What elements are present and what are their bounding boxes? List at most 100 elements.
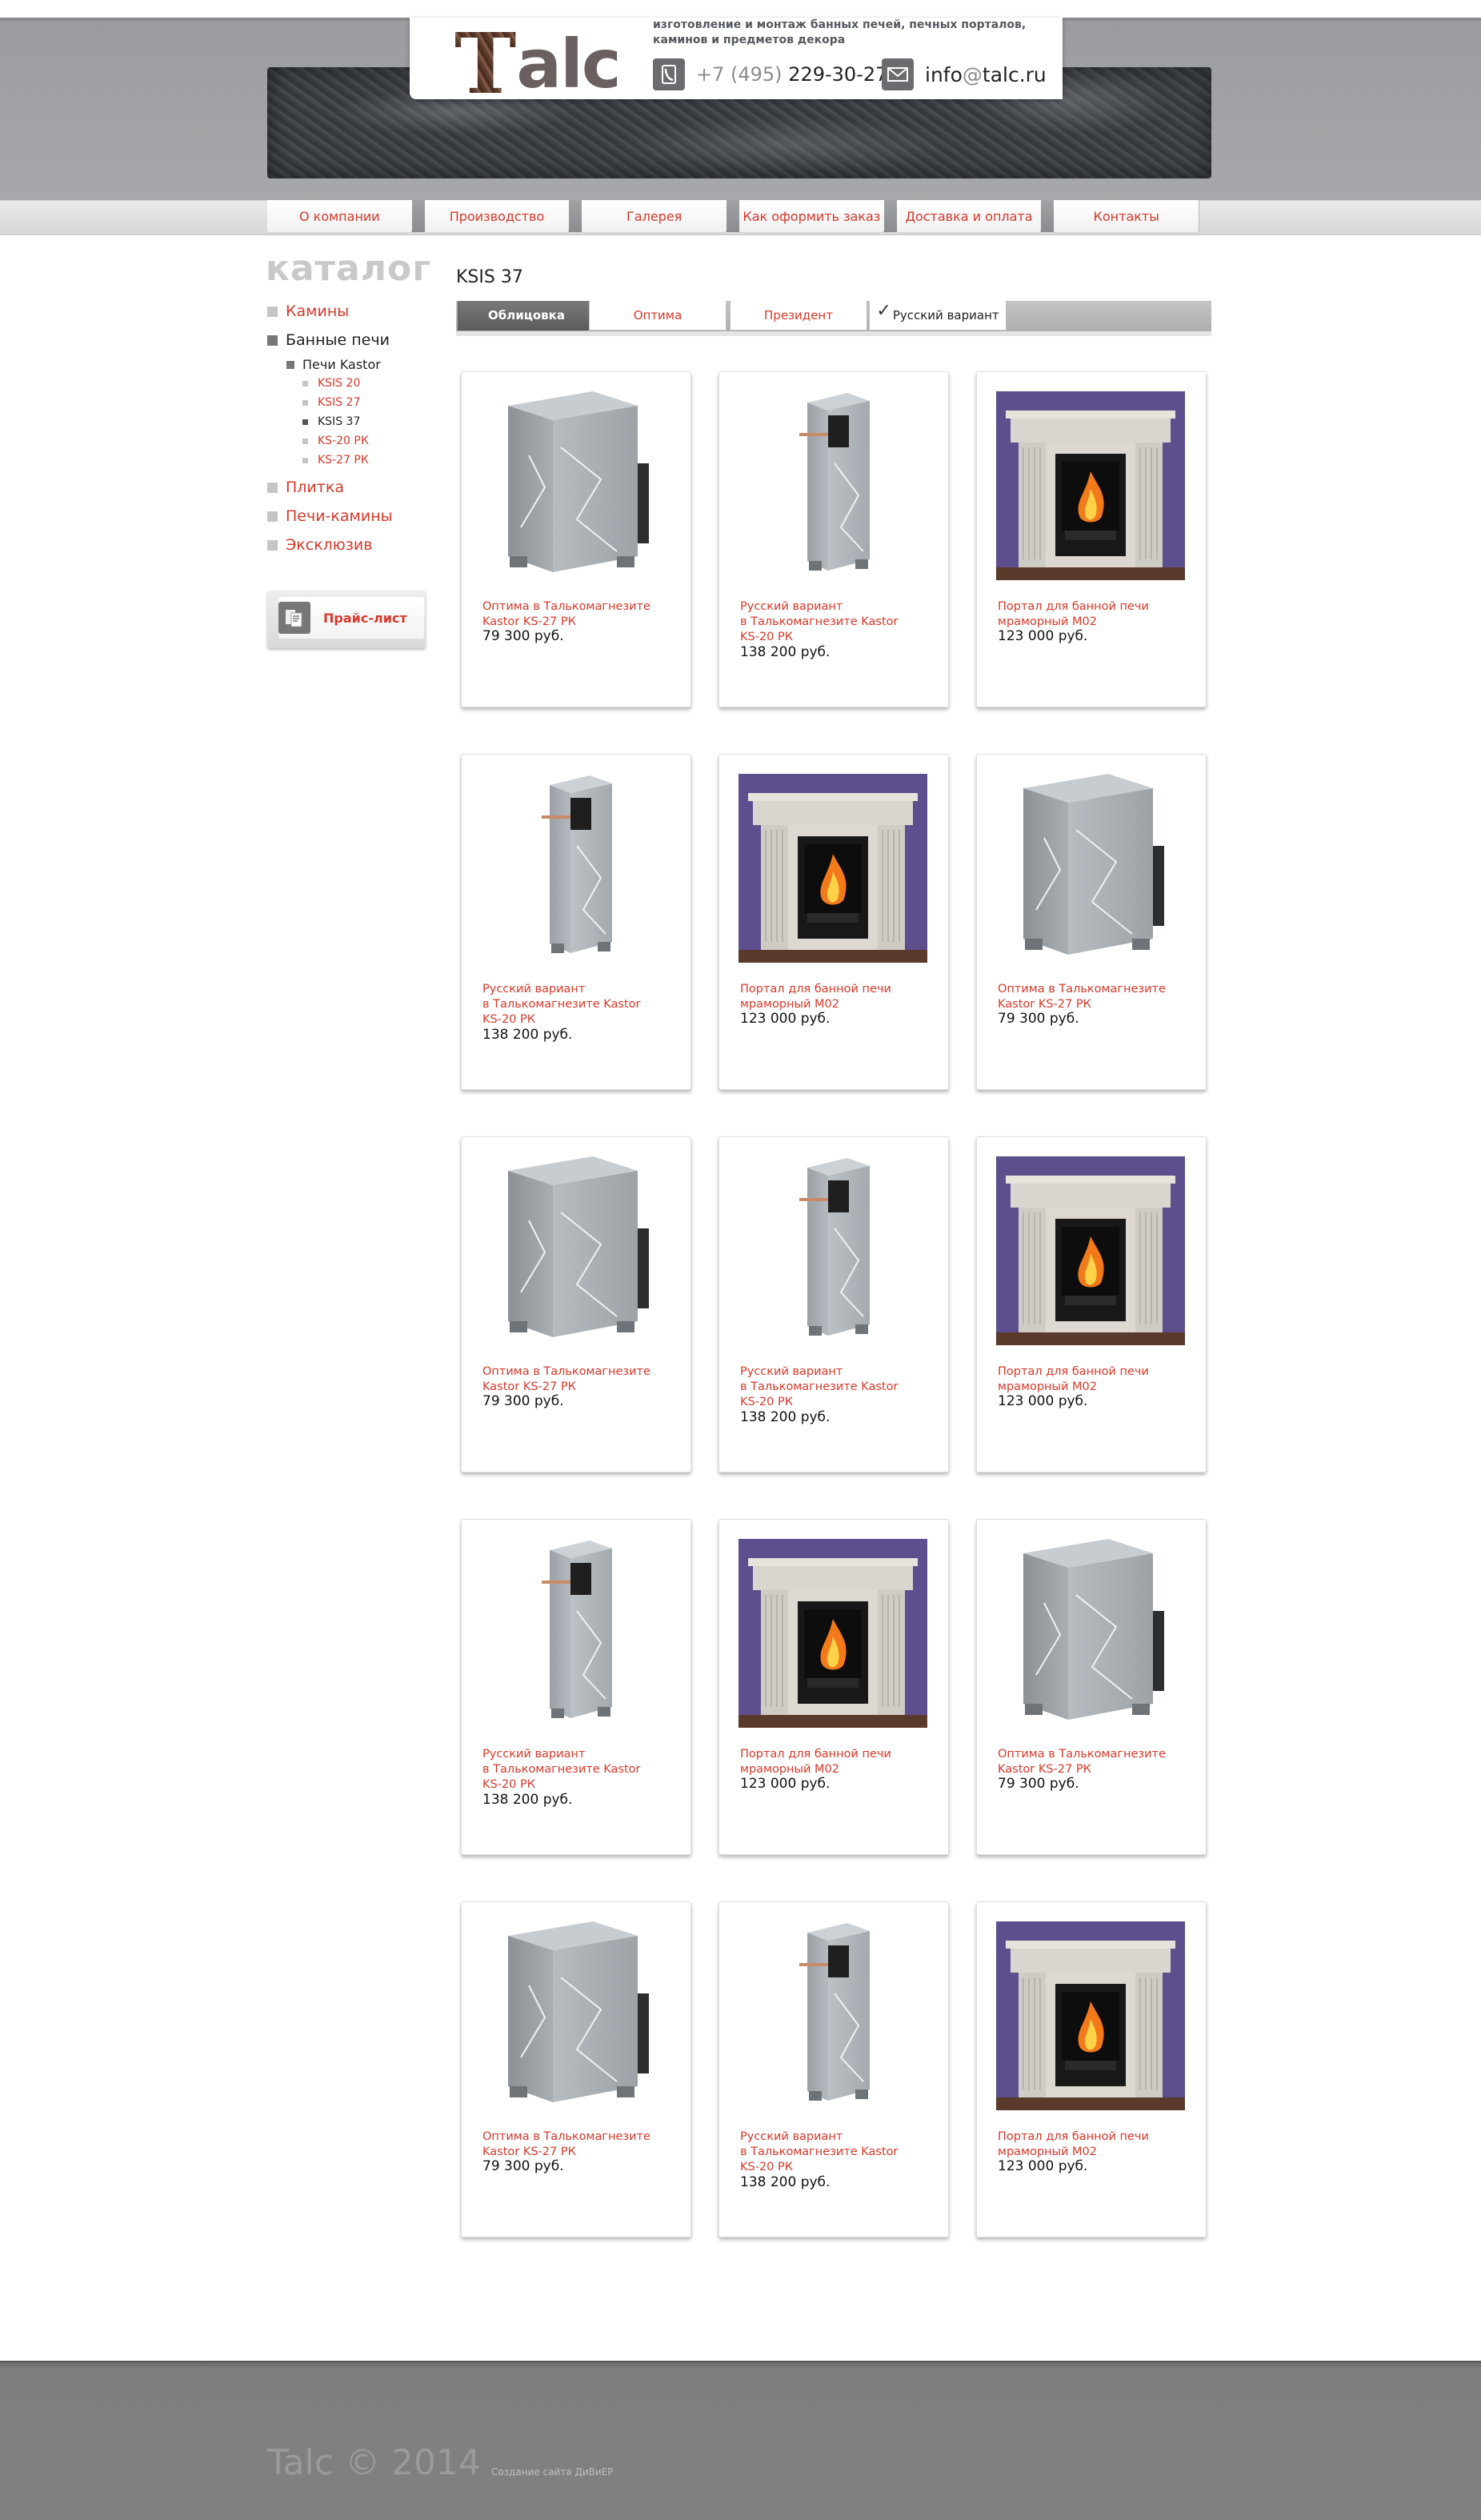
product-price: 79 300 руб. [998, 1776, 1079, 1792]
nav-item-how-to-order[interactable]: Как оформить заказ [739, 200, 897, 232]
price-list-face: Прайс-лист [278, 597, 424, 639]
phone-block: +7 (495) 229-30-27 [653, 50, 887, 99]
bullet-icon [302, 399, 308, 406]
sidebar-item-ks-20-rk[interactable]: KS-20 РК [302, 435, 369, 447]
product-name-line: Русский вариант [482, 983, 586, 996]
product-name-line: в Талькомагнезите Kastor [482, 998, 641, 1011]
price-list-button[interactable]: Прайс-лист [267, 591, 426, 648]
price-list-label: Прайс-лист [323, 610, 407, 626]
product-price: 79 300 руб. [998, 1011, 1079, 1027]
product-name-link[interactable]: Портал для банной печи мраморный М02 [740, 1747, 937, 1777]
tagline: изготовление и монтаж банных печей, печн… [653, 18, 1027, 46]
product-card[interactable]: Портал для банной печи мраморный М02 123 0… [718, 754, 949, 1090]
product-card[interactable]: Русский вариант в Талькомагнезите Kastor K… [461, 754, 691, 1090]
stove-image[interactable] [738, 1921, 927, 2110]
nav-item-production[interactable]: Производство [424, 200, 582, 232]
product-name-line: Портал для банной печи [998, 600, 1149, 613]
product-name-line: KS-20 РК [482, 1013, 536, 1026]
stove-image[interactable] [481, 391, 670, 580]
phone-icon [653, 58, 685, 90]
product-card[interactable]: Портал для банной печи мраморный М02 123 0… [976, 371, 1207, 707]
product-name-link[interactable]: Оптима в Талькомагнезите Kastor KS-27 РК [482, 2129, 679, 2160]
stove-image[interactable] [996, 1539, 1185, 1728]
bullet-icon [302, 457, 308, 463]
stove-image[interactable] [738, 391, 927, 580]
stove-image[interactable] [738, 1156, 927, 1345]
portal-image[interactable] [738, 1539, 927, 1728]
product-name-link[interactable]: Оптима в Талькомагнезите Kastor KS-27 РК [482, 599, 679, 630]
product-card[interactable]: Оптима в Талькомагнезите Kastor KS-27 РК 7… [461, 371, 691, 707]
stove-image[interactable] [481, 774, 670, 963]
phone-number[interactable]: +7 (495) 229-30-27 [696, 63, 887, 86]
nav-item-contacts[interactable]: Контакты [1054, 200, 1199, 232]
product-card[interactable]: Русский вариант в Талькомагнезите Kastor K… [718, 1901, 949, 2238]
bullet-icon [267, 482, 278, 493]
product-name-link[interactable]: Русский вариант в Талькомагнезите Kastor K… [740, 599, 937, 645]
sidebar-item-plitka[interactable]: Плитка [267, 479, 344, 496]
stove-image[interactable] [481, 1921, 670, 2110]
stove-image[interactable] [481, 1156, 670, 1345]
product-name-link[interactable]: Портал для банной печи мраморный М02 [740, 982, 937, 1012]
product-card[interactable]: Портал для банной печи мраморный М02 123 0… [718, 1519, 949, 1855]
product-price: 123 000 руб. [740, 1011, 831, 1027]
portal-image[interactable] [996, 1156, 1185, 1345]
product-name-link[interactable]: Русский вариант в Талькомагнезите Kastor K… [482, 982, 679, 1028]
product-name-line: Портал для банной печи [998, 2130, 1149, 2143]
product-card[interactable]: Портал для банной печи мраморный М02 123 0… [976, 1901, 1207, 2238]
product-card[interactable]: Оптима в Талькомагнезите Kastor KS-27 РК 7… [461, 1901, 691, 2238]
tab-oblitsovka[interactable]: Облицовка [458, 301, 595, 331]
product-name-link[interactable]: Портал для банной печи мраморный М02 [998, 1364, 1195, 1395]
product-card[interactable]: Оптима в Талькомагнезите Kastor KS-27 РК 7… [976, 754, 1207, 1090]
stove-image[interactable] [481, 1539, 670, 1728]
footer-credit-link[interactable]: Создание сайта ДиВиЕР [491, 2466, 614, 2478]
product-name-line: в Талькомагнезите Kastor [740, 2145, 899, 2158]
bullet-icon [267, 511, 278, 522]
bullet-icon [267, 306, 278, 317]
product-name-link[interactable]: Русский вариант в Талькомагнезите Kastor K… [482, 1747, 679, 1793]
product-name-link[interactable]: Портал для банной печи мраморный М02 [998, 2129, 1195, 2160]
product-name-link[interactable]: Русский вариант в Талькомагнезите Kastor K… [740, 1364, 937, 1410]
portal-image[interactable] [996, 1921, 1185, 2110]
email-link[interactable]: info@talc.ru [925, 63, 1047, 86]
sidebar-item-pechi-kastor[interactable]: Печи Kastor [286, 357, 381, 372]
sidebar-item-pechi-kaminy[interactable]: Печи-камины [267, 507, 393, 525]
stove-image[interactable] [996, 774, 1185, 963]
product-name-line: KS-20 РК [740, 1396, 794, 1408]
product-card[interactable]: Оптима в Талькомагнезите Kastor KS-27 РК 7… [976, 1519, 1207, 1855]
sidebar-item-bannye-pechi[interactable]: Банные печи [267, 331, 390, 349]
product-name-line: Русский вариант [740, 1365, 843, 1378]
tab-russkiy-variant[interactable]: ✓ Русский вариант [869, 301, 1007, 331]
product-name-line: Оптима в Талькомагнезите [482, 2130, 650, 2143]
sidebar-item-ks-27-rk[interactable]: KS-27 РК [302, 454, 369, 467]
tab-president[interactable]: Президент [730, 301, 867, 331]
product-name-link[interactable]: Оптима в Талькомагнезите Kastor KS-27 РК [482, 1364, 679, 1395]
product-card[interactable]: Русский вариант в Талькомагнезите Kastor K… [718, 371, 949, 707]
product-name-link[interactable]: Портал для банной печи мраморный М02 [998, 599, 1195, 630]
sidebar-item-ksis-20[interactable]: KSIS 20 [302, 377, 360, 390]
product-name-line: в Талькомагнезите Kastor [482, 1763, 641, 1776]
sidebar-item-exclusive[interactable]: Эксклюзив [267, 536, 372, 554]
product-card[interactable]: Оптима в Талькомагнезите Kastor KS-27 РК 7… [461, 1136, 691, 1472]
product-card[interactable]: Русский вариант в Талькомагнезите Kastor K… [718, 1136, 949, 1472]
sidebar-item-kaminy[interactable]: Камины [267, 302, 349, 320]
logo[interactable]: T alc [454, 22, 622, 106]
nav-item-company[interactable]: О компании [267, 200, 425, 232]
product-name-line: Русский вариант [482, 1748, 586, 1761]
mail-icon [882, 58, 914, 90]
catalog-title: каталог [266, 248, 432, 289]
portal-image[interactable] [996, 391, 1185, 580]
product-name-link[interactable]: Оптима в Талькомагнезите Kastor KS-27 РК [998, 1747, 1195, 1777]
nav-item-gallery[interactable]: Галерея [582, 200, 739, 232]
sidebar-item-ksis-37[interactable]: KSIS 37 [302, 415, 360, 428]
bullet-icon [302, 438, 308, 444]
product-price: 123 000 руб. [740, 1776, 831, 1792]
tab-optima[interactable]: Оптима [589, 301, 726, 331]
product-name-line: KS-20 РК [740, 2161, 794, 2173]
product-name-link[interactable]: Оптима в Талькомагнезите Kastor KS-27 РК [998, 982, 1195, 1012]
product-name-link[interactable]: Русский вариант в Талькомагнезите Kastor K… [740, 2129, 937, 2175]
product-card[interactable]: Русский вариант в Талькомагнезите Kastor K… [461, 1519, 691, 1855]
portal-image[interactable] [738, 774, 927, 963]
sidebar-item-ksis-27[interactable]: KSIS 27 [302, 396, 360, 409]
nav-item-delivery[interactable]: Доставка и оплата [896, 200, 1055, 232]
product-card[interactable]: Портал для банной печи мраморный М02 123 0… [976, 1136, 1207, 1472]
